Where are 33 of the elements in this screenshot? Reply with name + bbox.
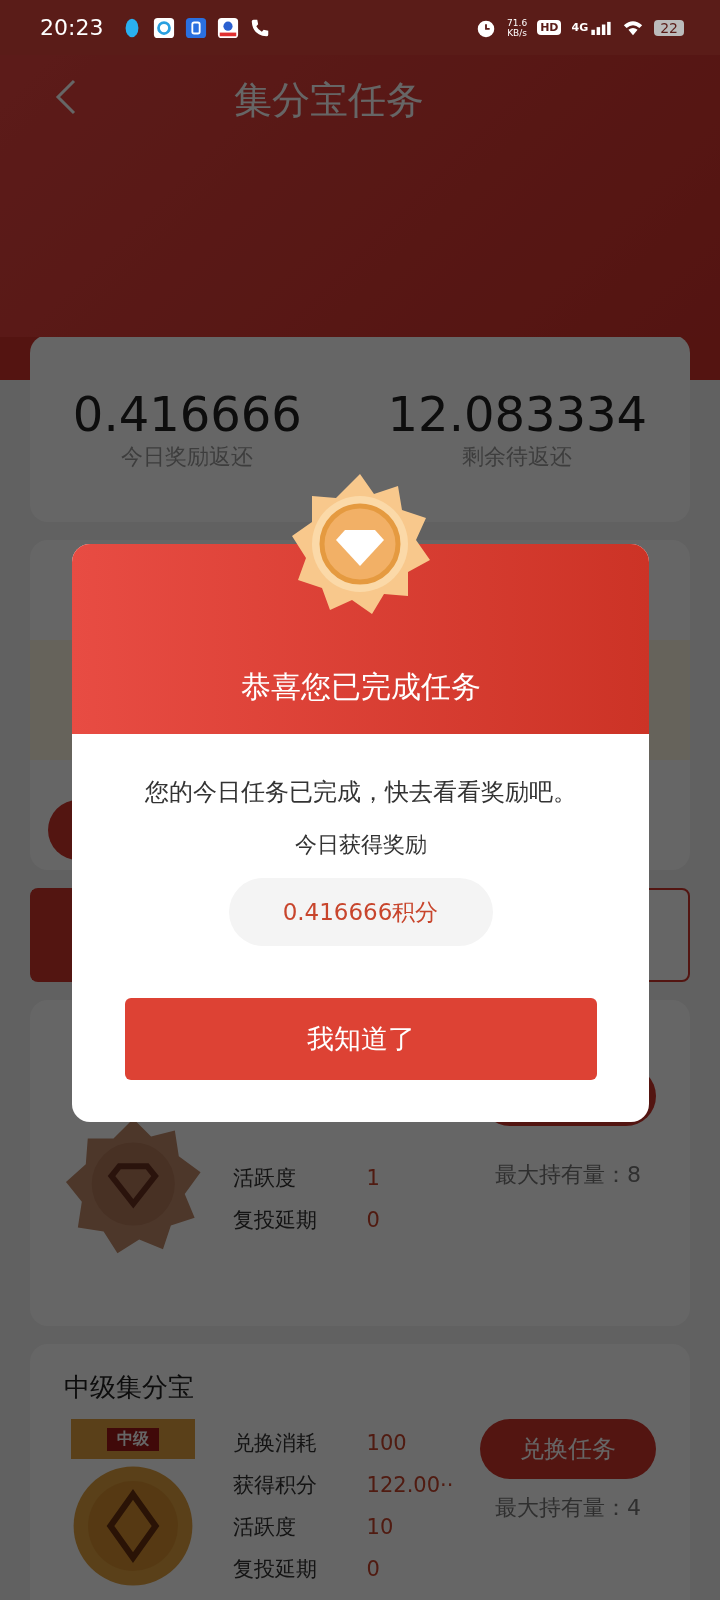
dialog-message: 您的今日任务已完成，快去看看奖励吧。 bbox=[143, 777, 578, 808]
status-time: 20:23 bbox=[40, 15, 104, 40]
stat-value: 0.416666 bbox=[72, 385, 302, 442]
reward-amount: 0.416666积分 bbox=[228, 878, 493, 946]
attribute-value: 0 bbox=[366, 1207, 380, 1234]
attribute-value: 0 bbox=[366, 1556, 380, 1583]
attribute-label: 复投延期 bbox=[232, 1207, 318, 1234]
attribute-label: 兑换消耗 bbox=[232, 1430, 318, 1457]
attribute-label: 获得积分 bbox=[232, 1472, 318, 1499]
attribute-label: 活跃度 bbox=[232, 1165, 297, 1192]
network-speed: 71.6 KB/s bbox=[507, 17, 528, 38]
attribute-value: 122.00·· bbox=[366, 1472, 454, 1499]
attribute-value: 1 bbox=[366, 1165, 380, 1192]
attribute-label: 复投延期 bbox=[232, 1556, 318, 1583]
back-icon[interactable] bbox=[54, 77, 78, 117]
exchange-task-button[interactable]: 兑换任务 bbox=[480, 1419, 656, 1479]
reward-label: 今日获得奖励 bbox=[294, 831, 427, 859]
stat-value: 12.083334 bbox=[387, 385, 648, 442]
attribute-value: 100 bbox=[366, 1430, 407, 1457]
medal-label: 中级 bbox=[107, 1427, 160, 1451]
app-icon bbox=[185, 16, 208, 39]
attribute-label: 活跃度 bbox=[232, 1514, 297, 1541]
app-icon bbox=[217, 16, 240, 39]
task-title: 中级集分宝 bbox=[64, 1371, 195, 1404]
dialog-title: 恭喜您已完成任务 bbox=[240, 668, 481, 706]
app-icon bbox=[153, 16, 176, 39]
page-title: 集分宝任务 bbox=[234, 77, 424, 124]
confirm-button[interactable]: 我知道了 bbox=[124, 998, 597, 1080]
battery-icon: 22 bbox=[654, 19, 684, 36]
signal-icon bbox=[590, 20, 613, 35]
hd-badge: HD bbox=[537, 20, 562, 35]
attribute-value: 10 bbox=[366, 1514, 394, 1541]
network-type: 4G bbox=[571, 21, 589, 34]
